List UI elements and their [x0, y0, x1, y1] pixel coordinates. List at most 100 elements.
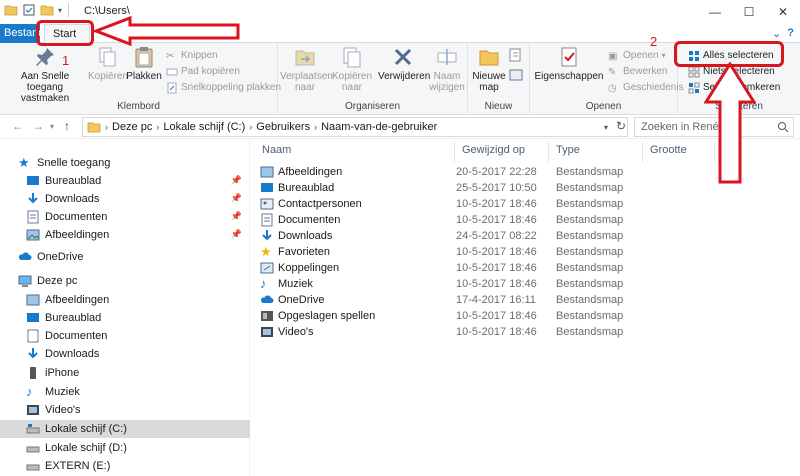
file-type: Bestandsmap	[556, 294, 624, 306]
table-row[interactable]: Downloads 24-5-2017 08:22 Bestandsmap	[260, 228, 800, 244]
easy-access-icon[interactable]	[508, 67, 524, 83]
pin-icon[interactable]: 📌	[231, 193, 242, 204]
close-button[interactable]: ✕	[766, 0, 800, 24]
breadcrumb-separator[interactable]: ›	[249, 122, 252, 132]
breadcrumb-separator[interactable]: ›	[156, 122, 159, 132]
nav-quick-access[interactable]: ★ Snelle toegang	[0, 154, 250, 172]
pin-icon	[36, 48, 54, 66]
nav-quick-downloads[interactable]: Downloads 📌	[0, 190, 250, 208]
nav-quick-bureaublad[interactable]: Bureaublad 📌	[0, 172, 250, 190]
nav-pc-local-disk-d[interactable]: Lokale schijf (D:)	[0, 439, 250, 457]
refresh-icon[interactable]: ↻	[616, 119, 626, 133]
new-folder-icon[interactable]	[40, 3, 54, 17]
saved-games-icon	[261, 311, 273, 321]
breadcrumb-this-pc[interactable]: Deze pc	[112, 121, 152, 133]
nav-label: Muziek	[45, 386, 80, 398]
nav-label: Documenten	[45, 330, 108, 342]
nav-pc-downloads[interactable]: Downloads	[0, 345, 250, 363]
file-type: Bestandsmap	[556, 310, 624, 322]
desktop-folder-icon	[261, 183, 273, 192]
column-header-name[interactable]: Naam	[262, 144, 291, 156]
paste-button[interactable]: Plakken	[126, 45, 162, 82]
help-icon[interactable]: ?	[787, 27, 794, 40]
nav-label: Downloads	[45, 193, 100, 205]
column-header-size[interactable]: Grootte	[650, 144, 687, 156]
nav-pc-documenten[interactable]: Documenten	[0, 327, 250, 345]
nav-pc-extern-e[interactable]: EXTERN (E:)	[0, 457, 250, 475]
folder-icon[interactable]	[4, 3, 18, 17]
favorites-star-icon: ★	[260, 244, 272, 259]
computer-icon	[18, 275, 32, 287]
column-header-modified[interactable]: Gewijzigd op	[462, 144, 525, 156]
column-header-type[interactable]: Type	[556, 144, 580, 156]
organize-group-label: Organiseren	[344, 101, 401, 112]
star-icon: ★	[18, 155, 30, 170]
file-name: OneDrive	[278, 294, 325, 306]
up-icon[interactable]: ↑	[64, 119, 70, 133]
nav-onedrive[interactable]: OneDrive	[0, 248, 250, 266]
qat-dropdown-icon[interactable]: ▾	[58, 6, 62, 15]
nav-pc-bureaublad[interactable]: Bureaublad	[0, 309, 250, 327]
address-bar[interactable]: › Deze pc › Lokale schijf (C:) › Gebruik…	[82, 117, 628, 137]
tab-file[interactable]: Bestand	[0, 24, 44, 43]
nav-pc-muziek[interactable]: ♪ Muziek	[0, 383, 250, 401]
file-date: 10-5-2017 18:46	[456, 278, 537, 290]
maximize-button[interactable]: ☐	[732, 0, 766, 24]
back-icon[interactable]: ←	[12, 119, 24, 133]
breadcrumb-separator[interactable]: ›	[314, 122, 317, 132]
recent-locations-icon[interactable]: ▾	[50, 122, 54, 131]
move-to-button[interactable]: Verplaatsen naar	[280, 45, 333, 93]
file-date: 10-5-2017 18:46	[456, 310, 537, 322]
nav-this-pc[interactable]: Deze pc	[0, 272, 250, 290]
nav-pc-local-disk-c[interactable]: Lokale schijf (C:)	[0, 420, 250, 438]
column-divider[interactable]	[642, 142, 643, 162]
properties-button[interactable]: Eigenschappen	[534, 45, 604, 82]
open-button[interactable]: ▣ Openen ▾	[608, 49, 666, 62]
file-type: Bestandsmap	[556, 326, 624, 338]
table-row[interactable]: Opgeslagen spellen 10-5-2017 18:46 Besta…	[260, 308, 800, 324]
nav-pc-videos[interactable]: Video's	[0, 401, 250, 419]
copy-button[interactable]: Kopiëren	[88, 45, 128, 82]
table-row[interactable]: Koppelingen 10-5-2017 18:46 Bestandsmap	[260, 260, 800, 276]
pin-quick-access-button[interactable]: Aan Snelle toegang vastmaken	[4, 45, 86, 104]
cut-button[interactable]: ✂ Knippen	[166, 49, 218, 62]
forward-icon[interactable]: →	[32, 119, 44, 133]
minimize-button[interactable]: —	[698, 0, 732, 24]
pin-icon[interactable]: 📌	[231, 175, 242, 186]
table-row[interactable]: Video's 10-5-2017 18:46 Bestandsmap	[260, 324, 800, 340]
breadcrumb-users[interactable]: Gebruikers	[256, 121, 310, 133]
rename-button[interactable]: Naam wijzigen	[428, 45, 466, 93]
table-row[interactable]: OneDrive 17-4-2017 16:11 Bestandsmap	[260, 292, 800, 308]
copy-to-button[interactable]: Kopiëren naar	[330, 45, 374, 93]
column-divider[interactable]	[548, 142, 549, 162]
nav-quick-documenten[interactable]: Documenten 📌	[0, 208, 250, 226]
address-dropdown-icon[interactable]: ▾	[604, 123, 608, 132]
history-button[interactable]: ◷ Geschiedenis	[608, 81, 684, 94]
nav-pc-afbeeldingen[interactable]: Afbeeldingen	[0, 291, 250, 309]
expand-ribbon-icon[interactable]: ⌄	[772, 27, 781, 40]
pin-icon[interactable]: 📌	[231, 211, 242, 222]
pin-icon[interactable]: 📌	[231, 229, 242, 240]
properties-icon[interactable]	[22, 3, 36, 17]
nav-quick-afbeeldingen[interactable]: Afbeeldingen 📌	[0, 226, 250, 244]
breadcrumb-user[interactable]: Naam-van-de-gebruiker	[321, 121, 437, 133]
table-row[interactable]: ♪ Muziek 10-5-2017 18:46 Bestandsmap	[260, 276, 800, 292]
nav-pc-iphone[interactable]: iPhone	[0, 364, 250, 382]
delete-button[interactable]: Verwijderen	[378, 45, 430, 82]
breadcrumb-local-disk[interactable]: Lokale schijf (C:)	[163, 121, 245, 133]
file-name: Downloads	[278, 230, 333, 242]
paste-shortcut-button[interactable]: Snelkoppeling plakken	[166, 81, 281, 94]
move-to-icon	[295, 50, 315, 66]
select-none-icon	[688, 66, 700, 77]
file-name: Contactpersonen	[278, 198, 362, 210]
new-item-icon[interactable]	[508, 47, 524, 63]
table-row[interactable]: ★ Favorieten 10-5-2017 18:46 Bestandsmap	[260, 244, 800, 260]
file-date: 24-5-2017 08:22	[456, 230, 537, 242]
column-divider[interactable]	[454, 142, 455, 162]
table-row[interactable]: Documenten 10-5-2017 18:46 Bestandsmap	[260, 212, 800, 228]
downloads-folder-icon	[262, 230, 272, 241]
table-row[interactable]: Contactpersonen 10-5-2017 18:46 Bestands…	[260, 196, 800, 212]
edit-button[interactable]: ✎ Bewerken	[608, 65, 667, 78]
new-folder-button[interactable]: Nieuwe map	[470, 45, 508, 93]
copy-path-button[interactable]: Pad kopiëren	[166, 65, 240, 78]
